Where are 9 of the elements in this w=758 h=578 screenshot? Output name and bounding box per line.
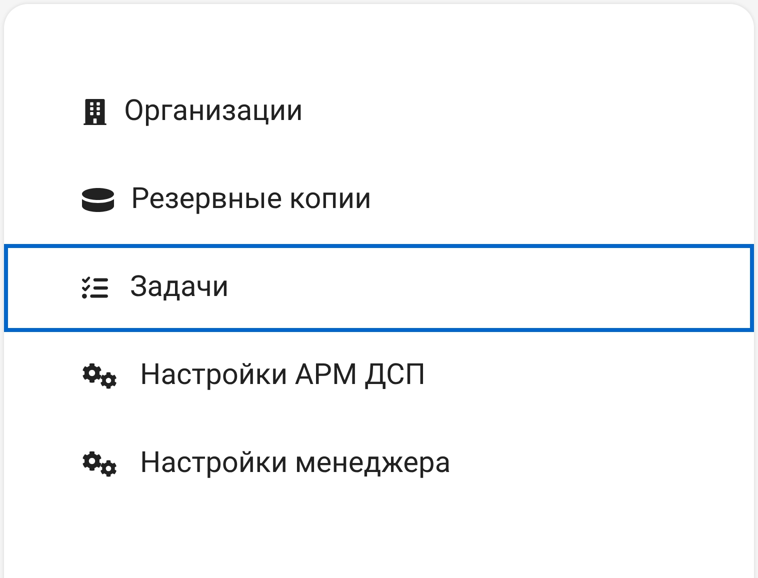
menu-item[interactable]: Задачи xyxy=(4,244,754,332)
menu-item[interactable]: Настройки АРМ ДСП xyxy=(4,332,754,420)
gears-icon xyxy=(82,451,117,477)
menu-item[interactable]: Резервные копии xyxy=(4,156,754,244)
menu-item[interactable]: Организации xyxy=(4,68,754,156)
checklist-icon xyxy=(82,275,108,301)
menu-item[interactable]: Настройки менеджера xyxy=(4,420,754,508)
gears-icon xyxy=(82,363,117,389)
building-icon xyxy=(82,99,108,125)
